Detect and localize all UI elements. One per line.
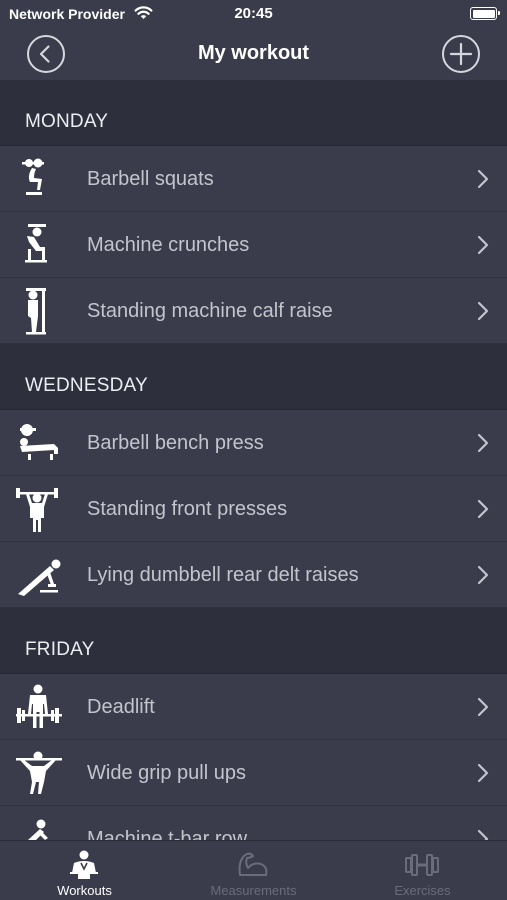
chevron-right-icon [477, 697, 489, 717]
section-title: FRIDAY [25, 639, 95, 660]
t-bar-row-icon [28, 819, 48, 840]
tab-measurements[interactable]: Measurements [169, 841, 338, 900]
exercise-row-deadlift[interactable]: Deadlift [0, 674, 507, 740]
add-exercise-button[interactable] [442, 35, 480, 73]
front-press-icon [16, 488, 58, 532]
tab-workouts[interactable]: Workouts [0, 841, 169, 900]
chevron-right-icon [477, 763, 489, 783]
exercise-label: Machine crunches [87, 234, 250, 256]
chevron-right-icon [477, 565, 489, 585]
chevron-right-icon [477, 169, 489, 189]
tab-bar: Workouts Measurements Exercises [0, 840, 507, 900]
chevron-right-icon [477, 499, 489, 519]
exercise-row-standing-machine-calf-raise[interactable]: Standing machine calf raise [0, 278, 507, 344]
dumbbell-icon [405, 854, 439, 876]
chevron-right-icon [477, 829, 489, 840]
chevron-right-icon [477, 301, 489, 321]
section-header-wednesday: WEDNESDAY [0, 344, 507, 410]
status-bar: Network Provider 20:45 [0, 0, 507, 28]
exercise-row-machine-crunches[interactable]: Machine crunches [0, 212, 507, 278]
chevron-right-icon [477, 433, 489, 453]
tab-label: Workouts [57, 883, 112, 898]
exercise-row-machine-t-bar-row[interactable]: Machine t-bar row [0, 806, 507, 840]
exercise-label: Standing front presses [87, 498, 288, 520]
exercise-row-barbell-bench-press[interactable]: Barbell bench press [0, 410, 507, 476]
exercise-row-standing-front-presses[interactable]: Standing front presses [0, 476, 507, 542]
exercise-label: Machine t-bar row [87, 828, 248, 840]
exercise-label: Barbell bench press [87, 432, 264, 454]
battery-icon [470, 7, 500, 20]
exercise-row-wide-grip-pull-ups[interactable]: Wide grip pull ups [0, 740, 507, 806]
section-title: MONDAY [25, 111, 109, 132]
plus-icon [449, 42, 473, 66]
exercise-row-lying-dumbbell-rear-delt-raises[interactable]: Lying dumbbell rear delt raises [0, 542, 507, 608]
section-header-monday: MONDAY [0, 80, 507, 146]
machine-crunch-icon [25, 224, 47, 263]
rear-delt-raise-icon [18, 559, 61, 596]
tab-label: Exercises [394, 883, 451, 898]
exercise-label: Lying dumbbell rear delt raises [87, 564, 359, 586]
section-title: WEDNESDAY [25, 375, 148, 396]
pull-up-icon [16, 751, 62, 794]
barbell-squat-icon [22, 158, 44, 195]
chevron-right-icon [477, 235, 489, 255]
workout-person-icon [70, 850, 98, 879]
exercise-label: Wide grip pull ups [87, 762, 246, 784]
bench-press-icon [20, 424, 58, 460]
exercise-row-barbell-squats[interactable]: Barbell squats [0, 146, 507, 212]
tab-label: Measurements [210, 883, 297, 898]
page-title: My workout [197, 42, 310, 64]
calf-raise-icon [26, 288, 46, 335]
tab-exercises[interactable]: Exercises [338, 841, 507, 900]
exercise-label: Deadlift [87, 696, 155, 718]
section-header-friday: FRIDAY [0, 608, 507, 674]
exercise-label: Standing machine calf raise [87, 300, 333, 322]
workout-list[interactable]: MONDAY Barbell squats Machine crunches S… [0, 80, 507, 840]
nav-bar: My workout [0, 28, 507, 80]
flexed-arm-icon [238, 852, 268, 876]
exercise-label: Barbell squats [87, 168, 214, 190]
deadlift-icon [16, 684, 62, 728]
clock: 20:45 [234, 5, 273, 22]
